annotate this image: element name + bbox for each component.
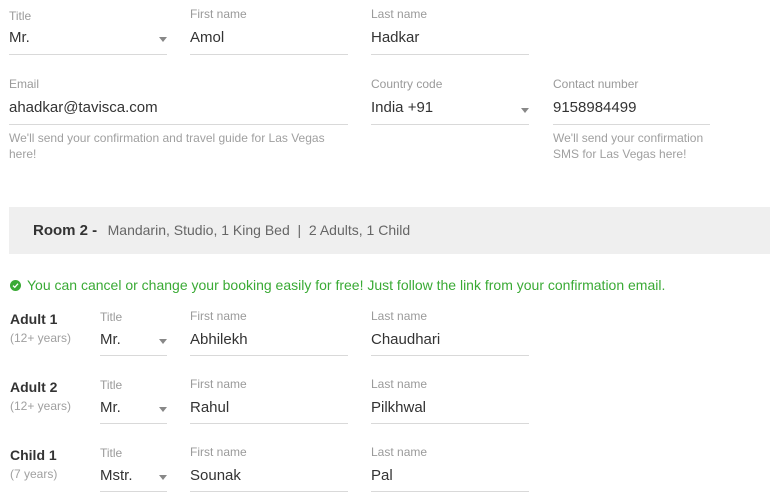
chevron-down-icon bbox=[159, 475, 167, 480]
country-code-label: Country code bbox=[371, 77, 443, 91]
last-name-value: Pal bbox=[371, 467, 393, 484]
first-name-field[interactable]: Amol bbox=[190, 24, 348, 55]
last-name-field[interactable]: Pilkhwal bbox=[371, 393, 529, 424]
country-code-value: India +91 bbox=[371, 99, 434, 116]
country-code-select[interactable]: India +91 bbox=[371, 94, 529, 125]
title-select[interactable]: Mr. bbox=[100, 325, 167, 356]
last-name-value: Chaudhari bbox=[371, 331, 441, 348]
contact-number-field[interactable]: 9158984499 bbox=[553, 94, 710, 125]
first-name-field[interactable]: Rahul bbox=[190, 393, 348, 424]
last-name-field[interactable]: Hadkar bbox=[371, 24, 529, 55]
last-name-field[interactable]: Chaudhari bbox=[371, 325, 529, 356]
contact-number-value: 9158984499 bbox=[553, 99, 637, 116]
first-name-field[interactable]: Abhilekh bbox=[190, 325, 348, 356]
title-label: Title bbox=[100, 310, 123, 324]
last-name-field[interactable]: Pal bbox=[371, 461, 529, 492]
first-name-label: First name bbox=[190, 445, 247, 459]
notice-text: You can cancel or change your booking ea… bbox=[27, 277, 666, 293]
title-select[interactable]: Mstr. bbox=[100, 461, 167, 492]
cancellation-notice: You can cancel or change your booking ea… bbox=[10, 277, 665, 293]
guest-age: (7 years) bbox=[10, 467, 58, 481]
first-name-value: Sounak bbox=[190, 467, 241, 484]
chevron-down-icon bbox=[159, 339, 167, 344]
chevron-down-icon bbox=[159, 37, 167, 42]
first-name-value: Abhilekh bbox=[190, 331, 248, 348]
title-label: Title bbox=[100, 378, 123, 392]
room-details: Mandarin, Studio, 1 King Bed | 2 Adults,… bbox=[107, 222, 411, 238]
last-name-label: Last name bbox=[371, 7, 428, 21]
first-name-value: Rahul bbox=[190, 399, 230, 416]
title-select-value: Mr. bbox=[100, 331, 121, 348]
last-name-label: Last name bbox=[371, 445, 428, 459]
contact-number-label: Contact number bbox=[553, 77, 639, 91]
email-help-text: We'll send your confirmation and travel … bbox=[9, 131, 325, 161]
guest-name: Adult 2 bbox=[10, 379, 58, 395]
check-circle-icon bbox=[10, 279, 21, 291]
guest-name: Child 1 bbox=[10, 447, 57, 463]
chevron-down-icon bbox=[521, 108, 529, 113]
guest-age: (12+ years) bbox=[10, 331, 72, 345]
first-name-label: First name bbox=[190, 377, 247, 391]
last-name-label: Last name bbox=[371, 377, 428, 391]
title-select-value: Mstr. bbox=[100, 467, 133, 484]
first-name-field[interactable]: Sounak bbox=[190, 461, 348, 492]
first-name-value: Amol bbox=[190, 29, 225, 46]
room-header: Room 2 - Mandarin, Studio, 1 King Bed | … bbox=[9, 207, 770, 254]
title-label: Title bbox=[9, 9, 32, 23]
room-title: Room 2 - bbox=[33, 222, 98, 239]
last-name-label: Last name bbox=[371, 309, 428, 323]
contact-help-text: We'll send your confirmation SMS for Las… bbox=[553, 131, 704, 161]
email-value: ahadkar@tavisca.com bbox=[9, 99, 158, 116]
chevron-down-icon bbox=[159, 407, 167, 412]
guest-age: (12+ years) bbox=[10, 399, 72, 413]
email-field[interactable]: ahadkar@tavisca.com bbox=[9, 94, 348, 125]
first-name-label: First name bbox=[190, 7, 247, 21]
title-select[interactable]: Mr. bbox=[9, 24, 167, 55]
room-heading: Room 2 - Mandarin, Studio, 1 King Bed | … bbox=[33, 222, 410, 240]
title-select[interactable]: Mr. bbox=[100, 393, 167, 424]
first-name-label: First name bbox=[190, 309, 247, 323]
title-select-value: Mr. bbox=[100, 399, 121, 416]
title-select-value: Mr. bbox=[9, 29, 30, 46]
last-name-value: Pilkhwal bbox=[371, 399, 427, 416]
title-label: Title bbox=[100, 446, 123, 460]
email-label: Email bbox=[9, 77, 40, 91]
guest-name: Adult 1 bbox=[10, 311, 58, 327]
last-name-value: Hadkar bbox=[371, 29, 420, 46]
